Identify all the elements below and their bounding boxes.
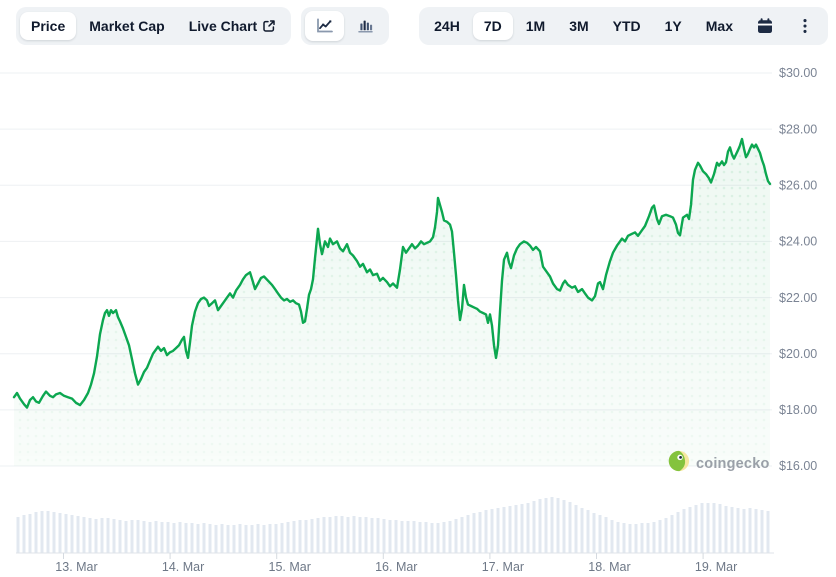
toolbar-left-group: Price Market Cap Live Chart bbox=[16, 7, 389, 45]
y-tick-label: $26.00 bbox=[779, 178, 817, 192]
bar-chart-icon bbox=[355, 16, 376, 36]
chart-type-segment bbox=[301, 7, 389, 45]
calendar-button[interactable] bbox=[746, 11, 784, 41]
more-options-button[interactable] bbox=[786, 11, 824, 41]
x-tick-label: 17. Mar bbox=[482, 560, 524, 574]
range-tab-max[interactable]: Max bbox=[695, 12, 744, 40]
y-tick-label: $28.00 bbox=[779, 122, 817, 136]
range-tab-24h-label: 24H bbox=[434, 19, 460, 33]
x-tick-label: 16. Mar bbox=[375, 560, 417, 574]
range-tab-ytd-label: YTD bbox=[613, 19, 641, 33]
watermark-brand-text: coingecko bbox=[696, 456, 770, 472]
range-tab-1m[interactable]: 1M bbox=[515, 12, 556, 40]
x-tick-label: 18. Mar bbox=[588, 560, 630, 574]
range-tab-max-label: Max bbox=[706, 19, 733, 33]
view-tab-market-cap-label: Market Cap bbox=[89, 19, 164, 33]
external-link-icon bbox=[262, 19, 276, 33]
range-tab-3m-label: 3M bbox=[569, 19, 588, 33]
range-tab-ytd[interactable]: YTD bbox=[602, 12, 652, 40]
y-tick-label: $30.00 bbox=[779, 66, 817, 80]
view-tab-price-label: Price bbox=[31, 19, 65, 33]
range-tab-1y-label: 1Y bbox=[665, 19, 682, 33]
price-area-fill bbox=[14, 139, 770, 466]
line-chart-icon bbox=[314, 16, 335, 36]
view-tab-market-cap[interactable]: Market Cap bbox=[78, 12, 175, 40]
y-axis-labels: $30.00 $28.00 $26.00 $24.00 $22.00 $20.00 $18.… bbox=[779, 66, 817, 473]
view-tab-live-chart-label: Live Chart bbox=[189, 19, 257, 33]
volume-bars bbox=[17, 497, 770, 553]
view-tab-live-chart[interactable]: Live Chart bbox=[178, 12, 287, 40]
line-chart-toggle[interactable] bbox=[305, 11, 344, 41]
kebab-menu-icon bbox=[795, 16, 815, 36]
range-tab-1m-label: 1M bbox=[526, 19, 545, 33]
range-tab-3m[interactable]: 3M bbox=[558, 12, 599, 40]
price-chart[interactable]: $30.00 $28.00 $26.00 $24.00 $22.00 $20.00 $18.… bbox=[0, 0, 836, 577]
range-tab-24h[interactable]: 24H bbox=[423, 12, 471, 40]
bar-chart-toggle[interactable] bbox=[346, 11, 385, 41]
y-tick-label: $16.00 bbox=[779, 459, 817, 473]
y-tick-label: $24.00 bbox=[779, 235, 817, 249]
y-tick-label: $18.00 bbox=[779, 403, 817, 417]
view-tabs-segment: Price Market Cap Live Chart bbox=[16, 7, 291, 45]
x-tick-label: 15. Mar bbox=[269, 560, 311, 574]
view-tab-price[interactable]: Price bbox=[20, 12, 76, 40]
y-tick-label: $22.00 bbox=[779, 291, 817, 305]
range-tab-7d[interactable]: 7D bbox=[473, 12, 513, 40]
chart-toolbar: Price Market Cap Live Chart 24H 7D 1M 3M YTD 1Y… bbox=[0, 7, 836, 45]
calendar-icon bbox=[755, 16, 775, 36]
coingecko-gecko-icon bbox=[668, 450, 690, 477]
range-tabs-segment: 24H 7D 1M 3M YTD 1Y Max bbox=[419, 7, 828, 45]
y-tick-label: $20.00 bbox=[779, 347, 817, 361]
coingecko-watermark: coingecko bbox=[668, 450, 770, 477]
x-tick-label: 14. Mar bbox=[162, 560, 204, 574]
range-tab-1y[interactable]: 1Y bbox=[654, 12, 693, 40]
x-axis-ticks bbox=[64, 553, 704, 559]
x-axis-labels: 13. Mar 14. Mar 15. Mar 16. Mar 17. Mar 18. M… bbox=[55, 560, 737, 574]
x-tick-label: 13. Mar bbox=[55, 560, 97, 574]
x-tick-label: 19. Mar bbox=[695, 560, 737, 574]
range-tab-7d-label: 7D bbox=[484, 19, 502, 33]
